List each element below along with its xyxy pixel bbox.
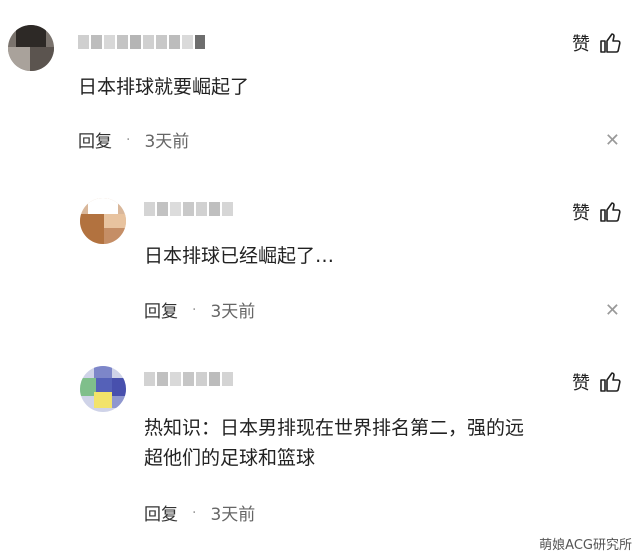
- like-button[interactable]: 赞: [572, 369, 622, 395]
- username[interactable]: [144, 372, 235, 388]
- comment-meta: 回复 · 3天前: [144, 500, 256, 526]
- comment-text: 热知识：日本男排现在世界排名第二，强的远 超他们的足球和篮球: [144, 413, 524, 473]
- timestamp: 3天前: [210, 505, 256, 525]
- like-label: 赞: [572, 373, 590, 394]
- thumbs-up-icon: [600, 372, 621, 392]
- reply-button[interactable]: 回复: [144, 500, 178, 525]
- watermark: 萌娘ACG研究所: [539, 538, 632, 553]
- comment-text-line-1: 热知识：日本男排现在世界排名第二，强的远: [144, 417, 525, 439]
- comment-3: 赞 热知识：日本男排现在世界排名第二，强的远 超他们的足球和篮球 回复 · 3天…: [0, 0, 640, 530]
- avatar[interactable]: [80, 366, 126, 412]
- separator-dot: ·: [192, 504, 197, 521]
- comment-text-line-2: 超他们的足球和篮球: [144, 447, 316, 469]
